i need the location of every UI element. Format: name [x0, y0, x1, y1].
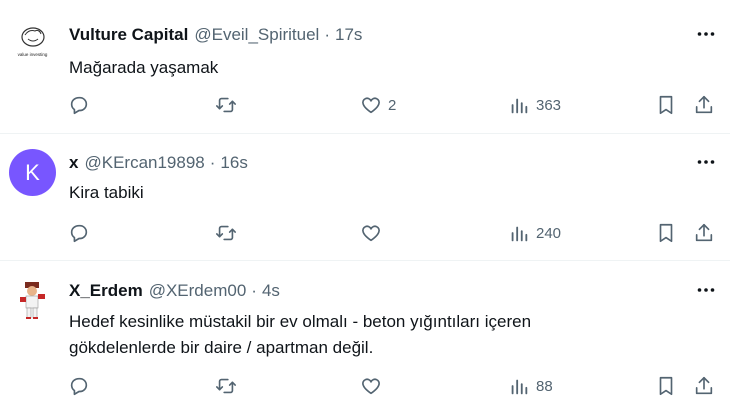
view-count: 363	[536, 96, 562, 114]
user-handle[interactable]: @Eveil_Spirituel	[194, 25, 319, 45]
bookmark-icon	[659, 376, 673, 396]
reply-icon	[70, 96, 88, 115]
bookmark-button[interactable]	[655, 374, 677, 398]
retweet-icon	[216, 378, 236, 394]
display-name[interactable]: x	[69, 153, 78, 173]
views-chart-icon	[511, 226, 528, 242]
bookmark-icon	[659, 95, 673, 115]
heart-icon	[362, 225, 380, 242]
more-horizontal-icon[interactable]	[696, 280, 716, 300]
retweet-button[interactable]	[215, 221, 237, 245]
more-horizontal-icon[interactable]	[696, 24, 716, 44]
tweet[interactable]: X_Erdem @XErdem00 · 4s Hedef kesinlike m…	[0, 261, 730, 420]
reply-icon	[70, 377, 88, 396]
tweet-text: Kira tabiki	[69, 183, 144, 202]
like-button[interactable]	[360, 374, 388, 398]
tweet[interactable]: value investing Vulture Capital @Eveil_S…	[0, 0, 730, 134]
svg-text:value investing: value investing	[18, 52, 48, 57]
like-count: 2	[388, 96, 397, 114]
views-button[interactable]: 363	[508, 93, 561, 117]
tweet-text: Mağarada yaşamak	[69, 58, 219, 77]
tweet-text: Hedef kesinlike müstakil bir ev olmalı -…	[69, 309, 690, 361]
tweet-text-line: gökdelenlerde bir daire / apartman değil…	[69, 338, 374, 357]
avatar[interactable]	[9, 276, 56, 323]
tweet[interactable]: K x @KErcan19898 · 16s Kira tabiki 240	[0, 134, 730, 261]
share-icon	[695, 223, 713, 242]
separator-dot: ·	[251, 281, 257, 300]
tweet-actions: 240	[0, 221, 730, 245]
retweet-button[interactable]	[215, 93, 237, 117]
share-icon	[695, 376, 713, 395]
tweet-actions: 88	[0, 374, 730, 398]
views-chart-icon	[511, 98, 528, 114]
heart-icon	[362, 378, 380, 395]
avatar-letter: K	[25, 159, 40, 185]
avatar[interactable]: value investing	[9, 15, 56, 62]
views-button[interactable]: 240	[508, 221, 561, 245]
retweet-icon	[216, 97, 236, 113]
user-handle[interactable]: @XErdem00	[149, 281, 247, 301]
views-button[interactable]: 88	[508, 374, 553, 398]
share-icon	[695, 95, 713, 114]
heart-icon	[362, 97, 380, 114]
more-horizontal-icon[interactable]	[696, 152, 716, 172]
tweet-actions: 2 363	[0, 93, 730, 117]
timestamp[interactable]: 17s	[335, 25, 362, 45]
like-button[interactable]	[360, 221, 388, 245]
reply-button[interactable]	[68, 374, 90, 398]
tweet-text-line: Hedef kesinlike müstakil bir ev olmalı -…	[69, 312, 532, 331]
share-button[interactable]	[693, 374, 715, 398]
share-button[interactable]	[693, 221, 715, 245]
reply-button[interactable]	[68, 221, 90, 245]
tweet-header: Vulture Capital @Eveil_Spirituel · 17s	[69, 24, 670, 46]
separator-dot: ·	[324, 25, 330, 44]
tweet-header: x @KErcan19898 · 16s	[69, 152, 670, 174]
retweet-button[interactable]	[215, 374, 237, 398]
timestamp[interactable]: 4s	[262, 281, 280, 301]
reply-button[interactable]	[68, 93, 90, 117]
avatar[interactable]: K	[9, 149, 56, 196]
bookmark-button[interactable]	[655, 221, 677, 245]
views-chart-icon	[511, 379, 528, 395]
display-name[interactable]: X_Erdem	[69, 281, 143, 301]
bookmark-button[interactable]	[655, 93, 677, 117]
bookmark-icon	[659, 223, 673, 243]
view-count: 88	[536, 377, 553, 395]
tweet-header: X_Erdem @XErdem00 · 4s	[69, 280, 670, 302]
timestamp[interactable]: 16s	[220, 153, 247, 173]
user-handle[interactable]: @KErcan19898	[84, 153, 204, 173]
like-button[interactable]: 2	[360, 93, 396, 117]
retweet-icon	[216, 225, 236, 241]
separator-dot: ·	[209, 153, 216, 172]
view-count: 240	[536, 224, 562, 242]
reply-icon	[70, 224, 88, 243]
share-button[interactable]	[693, 93, 715, 117]
display-name[interactable]: Vulture Capital	[69, 25, 188, 45]
